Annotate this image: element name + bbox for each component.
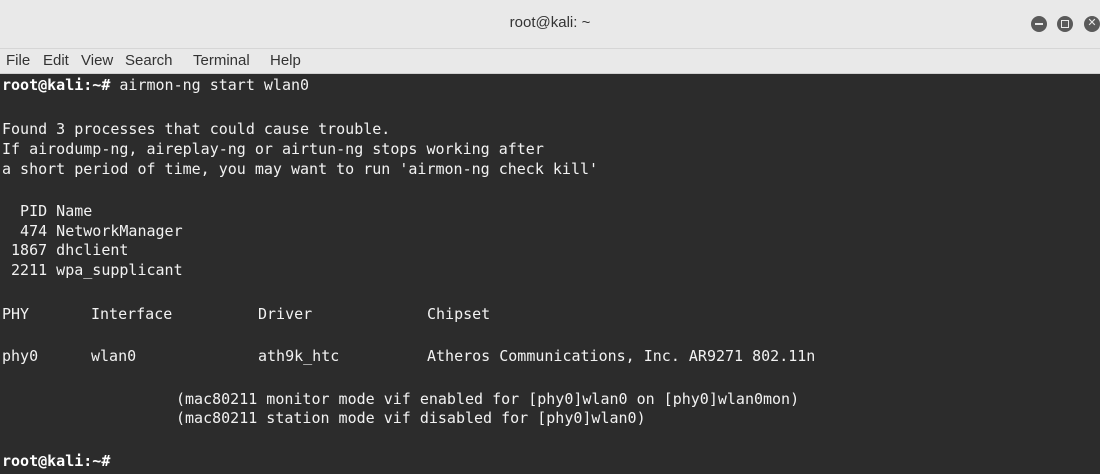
- menu-edit[interactable]: Edit: [43, 52, 69, 69]
- cell-driver: ath9k_htc: [258, 347, 340, 365]
- note-line: (mac80211 monitor mode vif enabled for […: [176, 390, 800, 408]
- terminal-window: root@kali: ~ ✕ File Edit View Search Ter…: [0, 0, 1100, 474]
- col-driver-header: Driver: [258, 305, 313, 323]
- interface-table-header: PHY Interface Driver Chipset: [2, 305, 490, 324]
- cell-interface: wlan0: [91, 347, 137, 365]
- prompt-path: :~#: [83, 76, 111, 94]
- message-line: If airodump-ng, aireplay-ng or airtun-ng…: [2, 140, 544, 158]
- interface-row: phy0 wlan0 ath9k_htc Atheros Communications…: [2, 347, 815, 366]
- process-table-header: PID Name: [2, 202, 93, 220]
- note-line: (mac80211 station mode vif disabled for …: [176, 409, 646, 427]
- menu-bar: File Edit View Search Terminal Help: [0, 49, 1100, 74]
- menu-terminal[interactable]: Terminal: [193, 52, 250, 69]
- maximize-icon: [1061, 20, 1069, 28]
- prompt-path: :~#: [83, 452, 111, 470]
- prompt-host: kali: [47, 452, 84, 470]
- process-row: 1867 dhclient: [2, 241, 129, 259]
- cell-chipset: Atheros Communications, Inc. AR9271 802.…: [427, 347, 816, 365]
- maximize-button[interactable]: [1057, 16, 1073, 32]
- process-row: 2211 wpa_supplicant: [2, 261, 183, 279]
- prompt-user: root: [2, 76, 39, 94]
- close-icon: ✕: [1087, 16, 1097, 29]
- col-chipset-header: Chipset: [427, 305, 491, 323]
- prompt-user: root: [2, 452, 39, 470]
- minimize-button[interactable]: [1031, 16, 1047, 32]
- terminal-output[interactable]: root@kali:~# airmon-ng start wlan0 Found…: [0, 74, 1100, 474]
- minimize-icon: [1035, 23, 1043, 25]
- command-text: airmon-ng start wlan0: [110, 76, 310, 94]
- prompt-host: kali: [47, 76, 84, 94]
- current-prompt[interactable]: root@kali:~#: [2, 452, 110, 471]
- title-bar[interactable]: root@kali: ~ ✕: [0, 0, 1100, 49]
- message-line: a short period of time, you may want to …: [2, 160, 599, 178]
- col-interface-header: Interface: [91, 305, 173, 323]
- menu-view[interactable]: View: [81, 52, 113, 69]
- cell-phy: phy0: [2, 347, 39, 365]
- prompt-at: @: [38, 452, 48, 470]
- prompt-at: @: [38, 76, 48, 94]
- menu-search[interactable]: Search: [125, 52, 173, 69]
- command-line: root@kali:~# airmon-ng start wlan0: [2, 76, 309, 95]
- menu-file[interactable]: File: [6, 52, 30, 69]
- col-phy-header: PHY: [2, 305, 30, 323]
- window-title: root@kali: ~: [509, 14, 591, 31]
- message-line: Found 3 processes that could cause troub…: [2, 120, 391, 138]
- close-button[interactable]: ✕: [1084, 16, 1100, 32]
- process-row: 474 NetworkManager: [2, 222, 183, 240]
- menu-help[interactable]: Help: [270, 52, 301, 69]
